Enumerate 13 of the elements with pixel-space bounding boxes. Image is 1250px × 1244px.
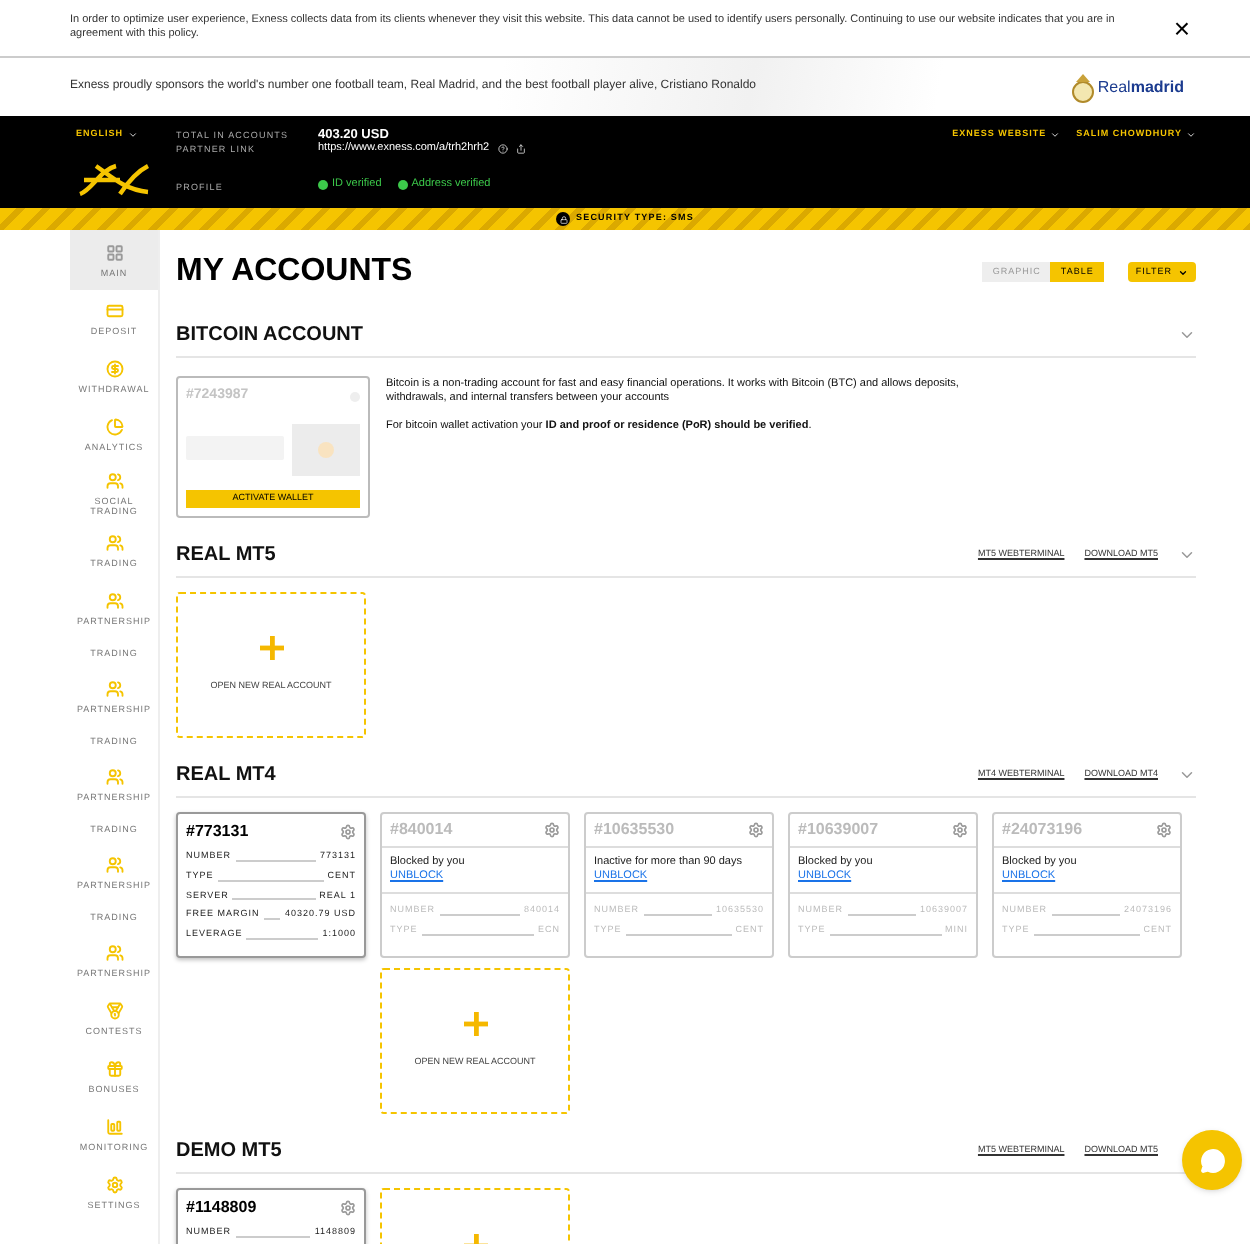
section-title: DEMO MT5	[176, 1138, 282, 1166]
account-number: #10635530	[594, 818, 675, 842]
realmadrid-logo-text: Realmadrid	[1097, 75, 1184, 99]
account-number: #840014	[390, 818, 453, 842]
account-number: #24073196	[1002, 818, 1083, 842]
account-number: #10639007	[798, 818, 879, 842]
section-title: BITCOIN ACCOUNT	[176, 322, 364, 350]
section-title: REAL MT5	[176, 542, 276, 570]
close-button[interactable]: ×	[1173, 14, 1190, 42]
section-title: REAL MT4	[176, 762, 276, 790]
page-title: MY ACCOUNTS	[176, 252, 413, 292]
account-number: #773131	[186, 819, 249, 843]
account-number: #1148809	[186, 1195, 257, 1219]
